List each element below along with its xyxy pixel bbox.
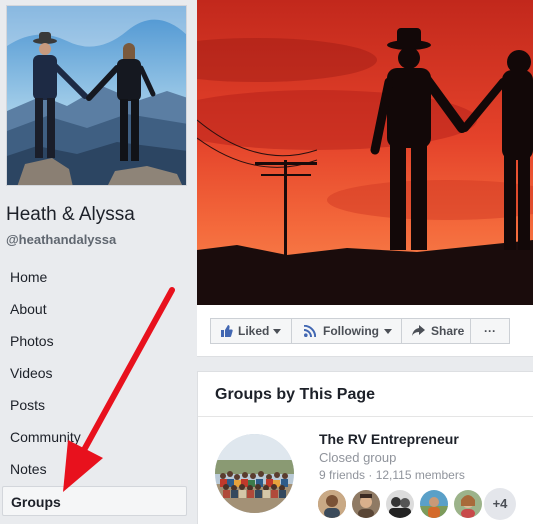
liked-label: Liked	[238, 324, 270, 338]
sidebar-item-photos[interactable]: Photos	[2, 326, 187, 356]
sidebar-item-home[interactable]: Home	[2, 262, 187, 292]
page-name[interactable]: Heath & Alyssa	[6, 204, 135, 226]
left-sidebar: Heath & Alyssa @heathandalyssa Home Abou…	[0, 0, 197, 524]
cover-photo-sunset-silhouette	[197, 0, 533, 305]
avatar-photo	[318, 490, 346, 518]
member-avatar[interactable]	[384, 488, 416, 520]
member-avatar[interactable]	[316, 488, 348, 520]
sidebar-item-community[interactable]: Community	[2, 422, 187, 452]
group-crowd-photo	[215, 434, 294, 513]
group-name[interactable]: The RV Entrepreneur	[319, 431, 459, 447]
member-avatar[interactable]	[452, 488, 484, 520]
sidebar-item-groups[interactable]: Groups	[2, 486, 187, 516]
more-members-badge[interactable]: +4	[484, 488, 516, 520]
more-options-button[interactable]: ···	[470, 318, 510, 344]
following-button[interactable]: Following	[291, 318, 402, 344]
liked-button[interactable]: Liked	[210, 318, 292, 344]
avatar-photo	[386, 490, 414, 518]
sidebar-item-videos[interactable]: Videos	[2, 358, 187, 388]
divider	[198, 416, 533, 417]
page-handle[interactable]: @heathandalyssa	[6, 232, 116, 247]
groups-section: Groups by This Page The RV Entrepreneur …	[197, 371, 533, 524]
following-label: Following	[323, 324, 379, 338]
sidebar-item-notes[interactable]: Notes	[2, 454, 187, 484]
profile-picture[interactable]	[6, 5, 187, 186]
rss-icon	[304, 325, 316, 337]
group-privacy: Closed group	[319, 450, 397, 465]
chevron-down-icon	[273, 329, 281, 334]
group-member-stats: 9 friends · 12,115 members	[319, 468, 465, 482]
member-avatar[interactable]	[350, 488, 382, 520]
member-avatar[interactable]	[418, 488, 450, 520]
avatar-photo	[454, 490, 482, 518]
page-action-bar: Liked Following Share ···	[197, 305, 533, 357]
profile-photo-couple-mountains	[7, 6, 186, 185]
ellipsis-icon: ···	[484, 324, 496, 338]
sidebar-item-posts[interactable]: Posts	[2, 390, 187, 420]
group-photo[interactable]	[215, 434, 294, 513]
cover-photo[interactable]	[197, 0, 533, 305]
share-button[interactable]: Share	[401, 318, 471, 344]
thumbs-up-icon	[221, 325, 233, 337]
share-arrow-icon	[412, 325, 425, 336]
chevron-down-icon	[384, 329, 392, 334]
share-label: Share	[431, 324, 465, 338]
sidebar-item-about[interactable]: About	[2, 294, 187, 324]
avatar-photo	[420, 490, 448, 518]
groups-section-title: Groups by This Page	[215, 386, 376, 403]
avatar-photo	[352, 490, 380, 518]
